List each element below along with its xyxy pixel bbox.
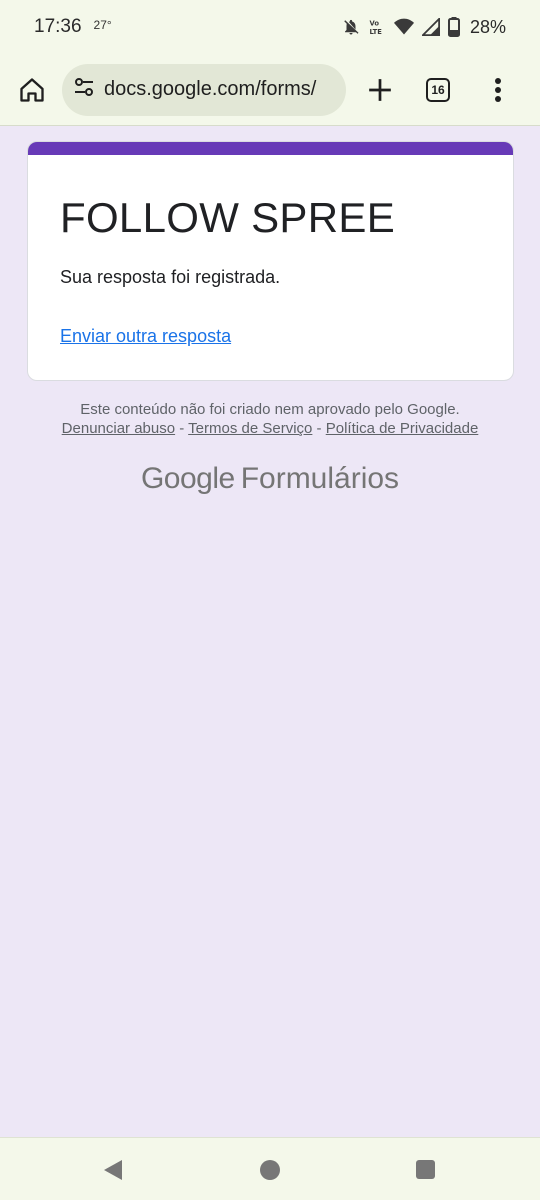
report-abuse-link[interactable]: Denunciar abuso: [62, 420, 175, 437]
system-navigation-bar: [0, 1137, 540, 1200]
submit-another-response-link[interactable]: Enviar outra resposta: [60, 326, 231, 347]
home-circle-icon[interactable]: [260, 1160, 280, 1180]
tab-switcher-button[interactable]: 16: [426, 77, 450, 102]
recents-icon[interactable]: [416, 1160, 435, 1179]
home-icon: [20, 77, 44, 102]
address-bar[interactable]: docs.google.com/forms/: [62, 63, 346, 116]
volte-lte-icon: Vo LTE: [368, 18, 386, 36]
status-time: 17:36: [34, 16, 82, 37]
disclaimer-text: Este conteúdo não foi criado nem aprovad…: [80, 401, 460, 418]
google-forms-logo[interactable]: Google Formulários: [0, 462, 540, 496]
brand-google: Google: [140, 462, 235, 495]
link-separator: -: [175, 420, 189, 437]
card-accent-bar: [28, 142, 513, 155]
add-tab-icon: [369, 78, 391, 101]
battery-icon: [447, 17, 460, 37]
footer-links: Denunciar abuso - Termos de Serviço - Po…: [0, 420, 540, 437]
signal-icon: [421, 18, 440, 36]
new-tab-button[interactable]: [360, 70, 400, 110]
battery-percentage: 28%: [469, 16, 506, 37]
status-icons: Vo LTE 28%: [342, 17, 506, 38]
status-temperature: 27°: [93, 18, 112, 32]
confirmation-message: Sua resposta foi registrada.: [60, 267, 281, 287]
status-bar: 17:36 27° Vo LTE 28%: [0, 0, 540, 54]
menu-dots-icon: [495, 77, 501, 102]
brand-product: Formulários: [240, 462, 400, 495]
menu-button[interactable]: [486, 70, 510, 110]
url-text: docs.google.com/forms/: [104, 78, 317, 100]
browser-toolbar: docs.google.com/forms/ 16: [0, 54, 540, 126]
back-icon: [104, 1160, 122, 1180]
home-button[interactable]: [12, 70, 52, 110]
back-button[interactable]: [102, 1159, 124, 1186]
wifi-icon: [393, 18, 414, 36]
form-response-card: FOLLOW SPREE Sua resposta foi registrada…: [27, 141, 514, 381]
form-title: FOLLOW SPREE: [60, 194, 396, 241]
link-separator: -: [312, 420, 326, 437]
terms-link[interactable]: Termos de Serviço: [188, 420, 312, 437]
site-settings-icon[interactable]: [72, 75, 96, 104]
privacy-link[interactable]: Política de Privacidade: [326, 420, 479, 437]
bell-off-icon: [342, 18, 360, 36]
svg-text:LTE: LTE: [369, 28, 382, 36]
svg-text:Vo: Vo: [369, 20, 379, 28]
